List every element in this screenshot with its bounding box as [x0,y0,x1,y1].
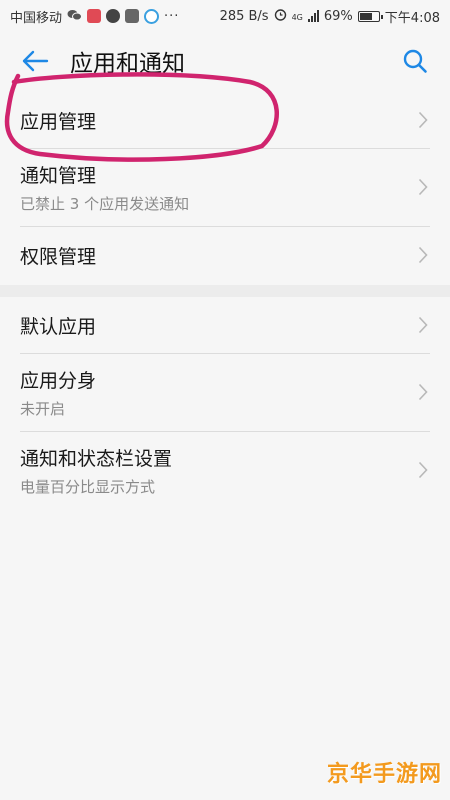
chevron-right-icon [418,111,428,129]
row-title: 权限管理 [20,245,97,268]
signal-icon [307,10,319,22]
status-left: 中国移动 ··· [10,7,179,26]
page-title: 应用和通知 [70,51,185,77]
network-speed: 285 B/s [219,8,269,24]
row-title: 通知和状态栏设置 [20,447,173,470]
wechat-icon [67,9,83,24]
list-item-notification-management[interactable]: 通知管理 已禁止 3 个应用发送通知 [0,148,450,226]
list-item-app-twin[interactable]: 应用分身 未开启 [0,353,450,431]
more-notifications-icon: ··· [164,8,180,24]
app-bar: 应用和通知 [0,32,450,90]
battery-icon [357,10,383,22]
cat-app-icon [125,9,140,23]
row-title: 默认应用 [20,315,97,338]
row-subtitle: 电量百分比显示方式 [20,477,156,496]
chevron-right-icon [418,246,428,264]
section-divider [0,285,450,297]
back-arrow-icon [22,50,49,72]
list-item-default-apps[interactable]: 默认应用 [0,297,450,353]
status-bar: 中国移动 ··· 285 B/s 4G 69% 下午4:08 [0,0,450,32]
row-title: 通知管理 [20,164,97,187]
location-app-icon [106,9,121,23]
search-button[interactable] [398,44,432,78]
app-notification-icon [87,9,102,23]
chevron-right-icon [418,178,428,196]
row-title: 应用分身 [20,369,97,392]
clock: 下午4:08 [384,10,440,26]
list-item-notification-status-bar-settings[interactable]: 通知和状态栏设置 电量百分比显示方式 [0,431,450,509]
row-subtitle: 未开启 [20,399,66,418]
browser-app-icon [144,8,160,24]
status-right: 285 B/s 4G 69% 下午4:08 [220,7,440,26]
search-icon [403,49,427,73]
battery-percent: 69% [323,8,353,24]
list-item-permission-management[interactable]: 权限管理 [0,226,450,284]
settings-section-1: 应用管理 通知管理 已禁止 3 个应用发送通知 权限管理 [0,92,450,284]
settings-section-2: 默认应用 应用分身 未开启 通知和状态栏设置 电量百分比显示方式 [0,297,450,509]
list-item-app-management[interactable]: 应用管理 [0,92,450,148]
alarm-icon [274,8,287,25]
chevron-right-icon [418,316,428,334]
carrier-label: 中国移动 [10,10,63,26]
watermark: 京华手游网 [326,762,442,787]
chevron-right-icon [418,461,428,479]
back-button[interactable] [18,44,52,78]
network-type: 4G [291,12,303,22]
row-title: 应用管理 [20,110,97,133]
chevron-right-icon [418,383,428,401]
row-subtitle: 已禁止 3 个应用发送通知 [20,194,190,213]
